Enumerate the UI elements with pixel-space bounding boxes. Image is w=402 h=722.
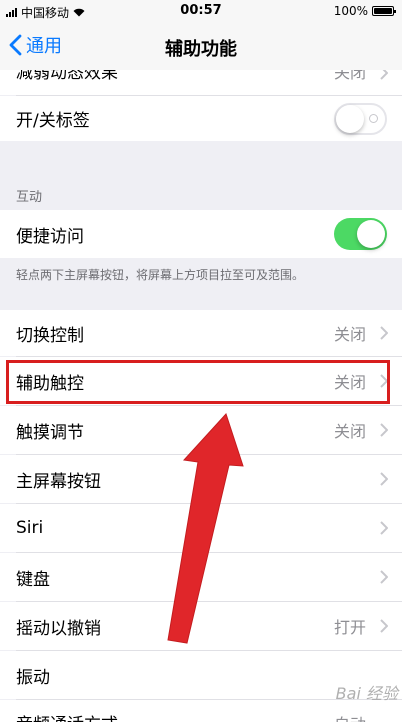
row-value: 关闭: [333, 422, 366, 441]
chevron-right-icon: [380, 70, 388, 80]
row-label: Siri: [16, 518, 44, 538]
chevron-right-icon: [380, 374, 388, 388]
row-label: 摇动以撤销: [16, 618, 101, 639]
assistive-touch-row[interactable]: 辅助触控 关闭: [0, 357, 402, 405]
watermark: Bai 经验: [335, 684, 398, 703]
row-label: 减弱动态效果: [16, 70, 118, 83]
off-label-icon: [369, 113, 378, 123]
section-header-interaction: 互动: [16, 190, 43, 205]
siri-row[interactable]: Siri: [0, 504, 402, 552]
chevron-right-icon: [380, 570, 388, 584]
page-title: 辅助功能: [165, 39, 237, 60]
row-label: 便捷访问: [16, 226, 84, 247]
battery-percent: 100%: [333, 4, 368, 18]
row-label: 辅助触控: [16, 373, 84, 394]
row-value: 关闭: [333, 70, 366, 82]
reachability-row: 便捷访问: [0, 210, 402, 258]
reduce-motion-row[interactable]: 减弱动态效果 关闭: [0, 70, 402, 95]
reachability-note: 轻点两下主屏幕按钮，将屏幕上方项目拉至可及范围。: [16, 268, 305, 282]
on-off-labels-switch[interactable]: [334, 102, 387, 135]
row-label: 振动: [16, 667, 50, 688]
row-label: 开/关标签: [16, 111, 90, 131]
row-value: 自动: [334, 711, 366, 722]
touch-accommodations-row[interactable]: 触摸调节 关闭: [0, 406, 402, 454]
switch-knob: [357, 220, 385, 248]
shake-to-undo-row[interactable]: 摇动以撤销 打开: [0, 602, 402, 650]
row-label: 音频通话方式: [16, 710, 118, 722]
row-label: 触摸调节: [16, 422, 84, 443]
row-label: 切换控制: [16, 325, 84, 346]
chevron-right-icon: [380, 521, 388, 535]
switch-control-row[interactable]: 切换控制 关闭: [0, 310, 402, 356]
nav-bar: 通用 辅助功能: [0, 24, 402, 70]
row-label: 主屏幕按钮: [16, 471, 101, 492]
battery-icon: [372, 6, 396, 16]
reachability-switch[interactable]: [334, 218, 387, 250]
chevron-right-icon: [380, 326, 388, 340]
chevron-right-icon: [380, 423, 388, 437]
keyboard-row[interactable]: 键盘: [0, 553, 402, 601]
chevron-right-icon: [380, 619, 388, 633]
on-off-labels-row: 开/关标签: [0, 96, 402, 141]
chevron-right-icon: [380, 472, 388, 486]
row-value: 关闭: [333, 373, 366, 392]
switch-knob: [336, 104, 364, 133]
home-button-row[interactable]: 主屏幕按钮: [0, 455, 402, 503]
battery-status: 100%: [333, 4, 396, 18]
status-bar: 中国移动 00:57 100%: [0, 0, 402, 24]
row-label: 键盘: [16, 569, 50, 590]
row-value: 关闭: [333, 325, 366, 344]
row-value: 打开: [333, 618, 366, 637]
